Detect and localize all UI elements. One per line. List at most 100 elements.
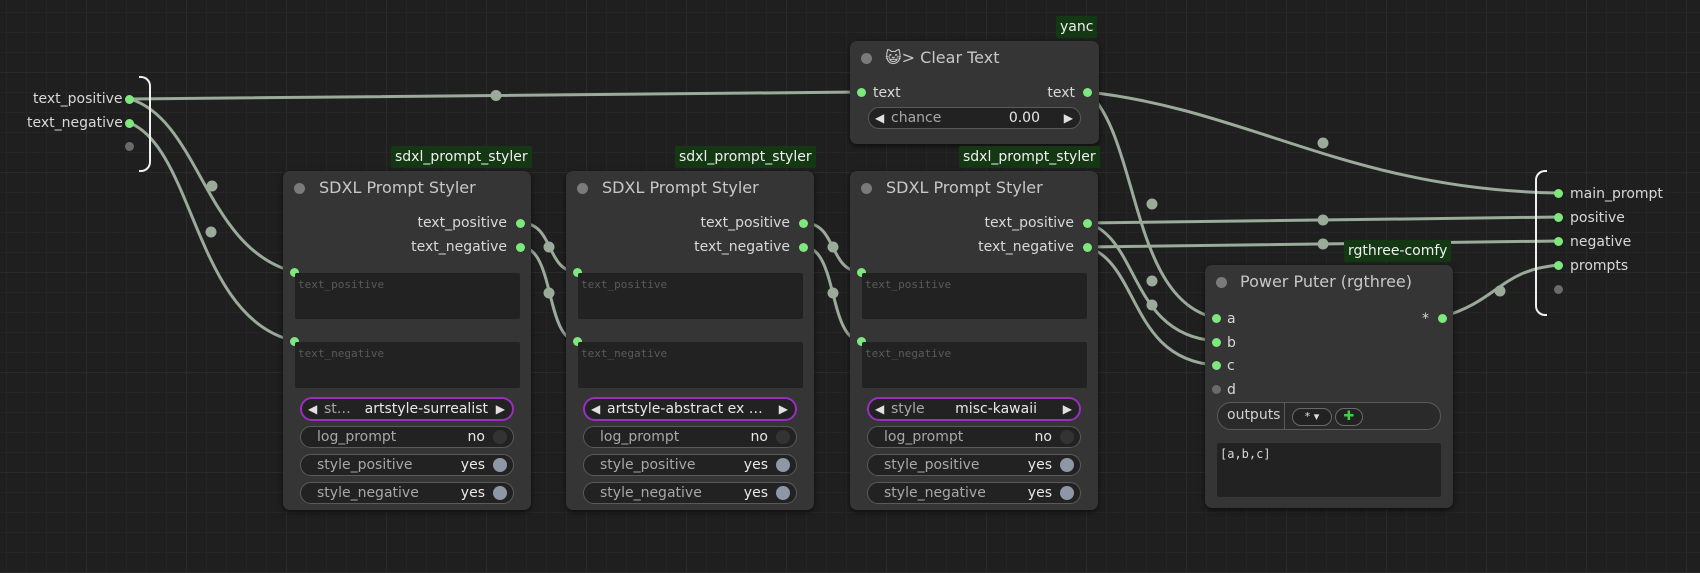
style-positive-label: style_positive [600,457,696,473]
style-negative-toggle[interactable]: style_negative yes [583,482,797,504]
output-slot-text-negative[interactable] [516,243,525,252]
toggle-knob-icon [493,430,507,444]
log-prompt-label: log_prompt [600,429,680,445]
slot-positive[interactable] [1554,213,1563,222]
log-prompt-label: log_prompt [884,429,964,445]
collapse-dot-icon[interactable] [861,53,872,64]
style-negative-toggle[interactable]: style_negative yes [300,482,514,504]
node-title-bar[interactable]: SDXL Prompt Styler [283,171,531,205]
slot-main-prompt[interactable] [1554,189,1563,198]
style-label: style [891,401,925,417]
chance-number-widget[interactable]: ◀ chance 0.00 ▶ [868,107,1081,129]
input-slot-c[interactable] [1212,361,1221,370]
style-negative-value: yes [743,485,768,501]
slot-negative[interactable] [1554,237,1563,246]
toggle-knob-icon [1060,430,1074,444]
outputs-label: outputs [1227,407,1281,423]
collapse-dot-icon[interactable] [1216,277,1227,288]
style-combo[interactable]: ◀ st… artstyle-surrealist ▶ [300,397,514,421]
text-positive-textarea[interactable]: text_positive [862,273,1087,319]
clear-text-node[interactable]: 😺> Clear Text text text ◀ chance 0.00 ▶ [850,41,1099,144]
output-slot-text[interactable] [1083,88,1092,97]
prev-arrow-icon[interactable]: ◀ [308,399,317,419]
style-positive-label: style_positive [884,457,980,473]
text-negative-textarea[interactable]: text_negative [295,342,520,388]
style-positive-value: yes [743,457,768,473]
node-title-bar[interactable]: SDXL Prompt Styler [850,171,1098,205]
prev-arrow-icon[interactable]: ◀ [591,399,600,419]
collapse-dot-icon[interactable] [861,183,872,194]
text-positive-textarea[interactable]: text_positive [578,273,803,319]
collapse-dot-icon[interactable] [294,183,305,194]
group-label-text-negative: text_negative [27,115,123,131]
output-label-text-positive: text_positive [984,215,1074,231]
style-positive-toggle[interactable]: style_positive yes [583,454,797,476]
node-badge-sdxl: sdxl_prompt_styler [959,146,1100,168]
log-prompt-toggle[interactable]: log_prompt no [300,426,514,448]
input-slot-a[interactable] [1212,314,1221,323]
output-slot-text-positive[interactable] [799,219,808,228]
output-slot-text-negative[interactable] [1083,243,1092,252]
chance-value[interactable]: 0.00 [1009,108,1040,128]
style-positive-toggle[interactable]: style_positive yes [867,454,1081,476]
style-combo[interactable]: ◀ style misc-kawaii ▶ [867,397,1081,421]
output-slot-text-negative[interactable] [799,243,808,252]
slot-empty[interactable] [125,142,134,151]
plus-icon[interactable]: ✚ [1335,408,1363,426]
toggle-knob-icon [776,486,790,500]
next-arrow-icon[interactable]: ▶ [496,399,505,419]
next-arrow-icon[interactable]: ▶ [1063,399,1072,419]
log-prompt-value: no [1034,429,1052,445]
group-label-main-prompt: main_prompt [1570,186,1663,202]
toggle-knob-icon [493,486,507,500]
log-prompt-toggle[interactable]: log_prompt no [867,426,1081,448]
input-slot-b[interactable] [1212,338,1221,347]
log-prompt-toggle[interactable]: log_prompt no [583,426,797,448]
toggle-knob-icon [1060,486,1074,500]
style-positive-toggle[interactable]: style_positive yes [300,454,514,476]
increment-arrow-icon[interactable]: ▶ [1064,108,1073,128]
style-value[interactable]: artstyle-abstract ex … [607,399,763,419]
toggle-knob-icon [493,458,507,472]
decrement-arrow-icon[interactable]: ◀ [875,108,884,128]
collapse-dot-icon[interactable] [577,183,588,194]
style-negative-toggle[interactable]: style_negative yes [867,482,1081,504]
text-negative-textarea[interactable]: text_negative [578,342,803,388]
node-title-bar[interactable]: 😺> Clear Text [850,41,1099,75]
power-puter-node[interactable]: Power Puter (rgthree) a b c d * outputs … [1205,265,1453,508]
node-title: SDXL Prompt Styler [886,178,1043,197]
next-arrow-icon[interactable]: ▶ [779,399,788,419]
style-value[interactable]: misc-kawaii [955,399,1037,419]
slot-text-positive[interactable] [125,95,134,104]
sdxl-prompt-styler-node[interactable]: SDXL Prompt Styler text_positive text_ne… [566,171,814,510]
node-title: 😺> Clear Text [885,48,1000,67]
style-negative-label: style_negative [600,485,702,501]
outputs-type-select[interactable]: * ▾ [1292,408,1332,426]
code-editor[interactable]: [a,b,c] [1217,443,1441,497]
group-label-negative: negative [1570,234,1632,250]
style-combo[interactable]: ◀ artstyle-abstract ex … ▶ [583,397,797,421]
slot-text-negative[interactable] [125,119,134,128]
style-negative-value: yes [460,485,485,501]
slot-prompts[interactable] [1554,261,1563,270]
sdxl-prompt-styler-node[interactable]: SDXL Prompt Styler text_positive text_ne… [283,171,531,510]
output-slot-text-positive[interactable] [516,219,525,228]
group-label-text-positive: text_positive [33,91,123,107]
slot-empty[interactable] [1554,285,1563,294]
outputs-widget[interactable]: outputs * ▾ ✚ [1217,402,1441,430]
prev-arrow-icon[interactable]: ◀ [875,399,884,419]
output-slot-any[interactable] [1438,314,1447,323]
node-title-bar[interactable]: SDXL Prompt Styler [566,171,814,205]
text-negative-textarea[interactable]: text_negative [862,342,1087,388]
divider [1284,403,1285,429]
input-slot-text[interactable] [857,88,866,97]
toggle-knob-icon [776,458,790,472]
node-title-bar[interactable]: Power Puter (rgthree) [1205,265,1453,299]
text-positive-textarea[interactable]: text_positive [295,273,520,319]
style-value[interactable]: artstyle-surrealist [365,399,488,419]
sdxl-prompt-styler-node[interactable]: SDXL Prompt Styler text_positive text_ne… [850,171,1098,510]
output-label-text-negative: text_negative [694,239,790,255]
output-slot-text-positive[interactable] [1083,219,1092,228]
input-label-d: d [1227,382,1236,398]
input-slot-d[interactable] [1212,385,1221,394]
